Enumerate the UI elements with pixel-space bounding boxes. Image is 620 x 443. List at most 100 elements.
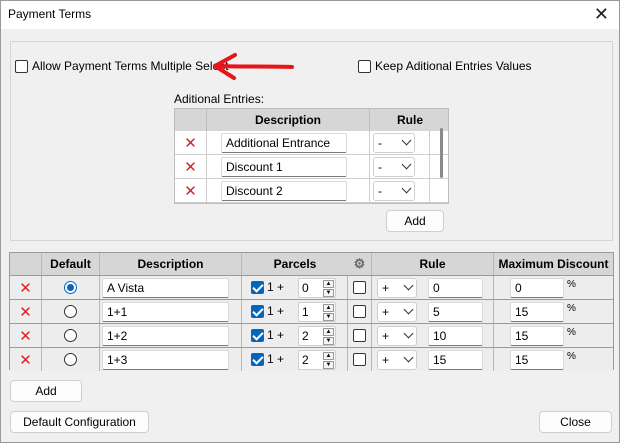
rule-operator-select[interactable]: + [377,326,417,346]
chevron-down-icon [401,183,412,194]
max-discount-input[interactable]: 0 [510,278,564,298]
additional-scrollbar[interactable] [440,128,443,178]
rule-value-input[interactable]: 5 [428,302,483,322]
delete-icon[interactable]: ✕ [10,348,41,372]
payment-terms-grid: Default Description Parcels ⚙ Rule Maxim… [9,252,614,371]
additional-description-input[interactable]: Additional Entrance [221,133,347,153]
extra-checkbox[interactable] [353,329,366,342]
parcels-checkbox[interactable] [251,353,264,366]
chevron-up-icon[interactable]: ▲ [323,304,334,312]
term-description-input[interactable]: 1+3 [102,350,229,370]
additional-row: ✕ Discount 2 - [175,179,448,203]
rule-value-input[interactable]: 15 [428,350,483,370]
max-discount-input[interactable]: 15 [510,302,564,322]
term-description-input[interactable]: A Vista [102,278,229,298]
header-description: Description [100,253,242,275]
payment-terms-dialog: Payment Terms ✕ Allow Payment Terms Mult… [0,0,620,443]
title-bar: Payment Terms ✕ [1,1,619,29]
delete-icon[interactable]: ✕ [175,131,206,155]
extra-checkbox[interactable] [353,353,366,366]
header-description: Description [207,109,370,131]
rule-operator-select[interactable]: + [377,302,417,322]
header-settings: ⚙ [348,253,372,275]
additional-entries-grid: Description Rule ✕ Additional Entrance -… [174,108,449,204]
default-radio[interactable] [64,353,77,366]
header-spacer [10,253,42,275]
chevron-down-icon [401,135,412,146]
term-description-input[interactable]: 1+1 [102,302,229,322]
additional-description-input[interactable]: Discount 1 [221,157,347,177]
terms-add-button[interactable]: Add [10,380,82,402]
gear-icon[interactable]: ⚙ [354,256,366,272]
allow-multi-select-checkbox[interactable]: Allow Payment Terms Multiple Select [15,59,229,73]
parcels-prefix: 1 + [267,304,285,318]
close-button[interactable]: Close [539,411,612,433]
max-discount-input[interactable]: 15 [510,326,564,346]
parcels-stepper[interactable]: 1 ▲ ▼ [298,302,336,322]
default-configuration-button[interactable]: Default Configuration [10,411,149,433]
chevron-down-icon[interactable]: ▼ [323,337,334,345]
additional-rule-select[interactable]: - [373,157,415,177]
header-parcels: Parcels [273,257,317,271]
delete-icon[interactable]: ✕ [10,300,41,324]
chevron-down-icon[interactable]: ▼ [323,361,334,369]
chevron-down-icon[interactable]: ▼ [323,289,334,297]
chevron-up-icon[interactable]: ▲ [323,280,334,288]
default-radio[interactable] [64,305,77,318]
delete-icon[interactable]: ✕ [10,324,41,348]
additional-row: ✕ Additional Entrance - [175,131,448,155]
delete-icon[interactable]: ✕ [175,179,206,203]
delete-icon[interactable]: ✕ [10,276,41,300]
additional-row: ✕ Discount 1 - [175,155,448,179]
keep-additional-label: Keep Aditional Entries Values [375,59,532,73]
parcels-stepper[interactable]: 2 ▲ ▼ [298,326,336,346]
chevron-down-icon [401,159,412,170]
rule-operator-select[interactable]: + [377,278,417,298]
additional-rule-select[interactable]: - [373,181,415,201]
terms-row: ✕ 1+3 1 + 2 ▲ ▼ + 15 15 % [10,347,613,371]
extra-checkbox[interactable] [353,281,366,294]
terms-row: ✕ 1+1 1 + 1 ▲ ▼ + 5 15 % [10,299,613,323]
rule-operator-select[interactable]: + [377,350,417,370]
default-radio[interactable] [64,329,77,342]
percent-unit: % [567,303,576,314]
additional-description-input[interactable]: Discount 2 [221,181,347,201]
parcels-stepper[interactable]: 2 ▲ ▼ [298,350,336,370]
term-description-input[interactable]: 1+2 [102,326,229,346]
parcels-checkbox[interactable] [251,329,264,342]
allow-multi-select-box[interactable] [15,59,28,73]
default-radio[interactable] [64,281,77,294]
chevron-down-icon [403,280,414,291]
parcels-checkbox[interactable] [251,305,264,318]
chevron-down-icon[interactable]: ▼ [323,313,334,321]
percent-unit: % [567,351,576,362]
keep-additional-checkbox[interactable]: Keep Aditional Entries Values [358,59,532,73]
chevron-down-icon [403,304,414,315]
additional-add-button[interactable]: Add [386,210,444,232]
rule-value-input[interactable]: 0 [428,278,483,298]
keep-additional-box[interactable] [358,59,371,73]
header-default: Default [42,253,100,275]
extra-checkbox[interactable] [353,305,366,318]
additional-rule-select[interactable]: - [373,133,415,153]
additional-entries-label: Aditional Entries: [174,92,265,106]
delete-icon[interactable]: ✕ [175,155,206,179]
percent-unit: % [567,327,576,338]
parcels-checkbox[interactable] [251,281,264,294]
parcels-prefix: 1 + [267,280,285,294]
chevron-up-icon[interactable]: ▲ [323,352,334,360]
header-rule: Rule [372,253,494,275]
terms-row: ✕ 1+2 1 + 2 ▲ ▼ + 10 15 % [10,323,613,347]
window-title: Payment Terms [8,7,92,21]
max-discount-input[interactable]: 15 [510,350,564,370]
close-icon[interactable]: ✕ [594,4,609,24]
header-maximum-discount: Maximum Discount [498,257,609,271]
additional-grid-header: Description Rule [175,109,448,131]
chevron-down-icon [403,328,414,339]
parcels-prefix: 1 + [267,328,285,342]
chevron-down-icon [403,352,414,363]
rule-value-input[interactable]: 10 [428,326,483,346]
chevron-up-icon[interactable]: ▲ [323,328,334,336]
parcels-stepper[interactable]: 0 ▲ ▼ [298,278,336,298]
header-spacer [175,109,207,131]
